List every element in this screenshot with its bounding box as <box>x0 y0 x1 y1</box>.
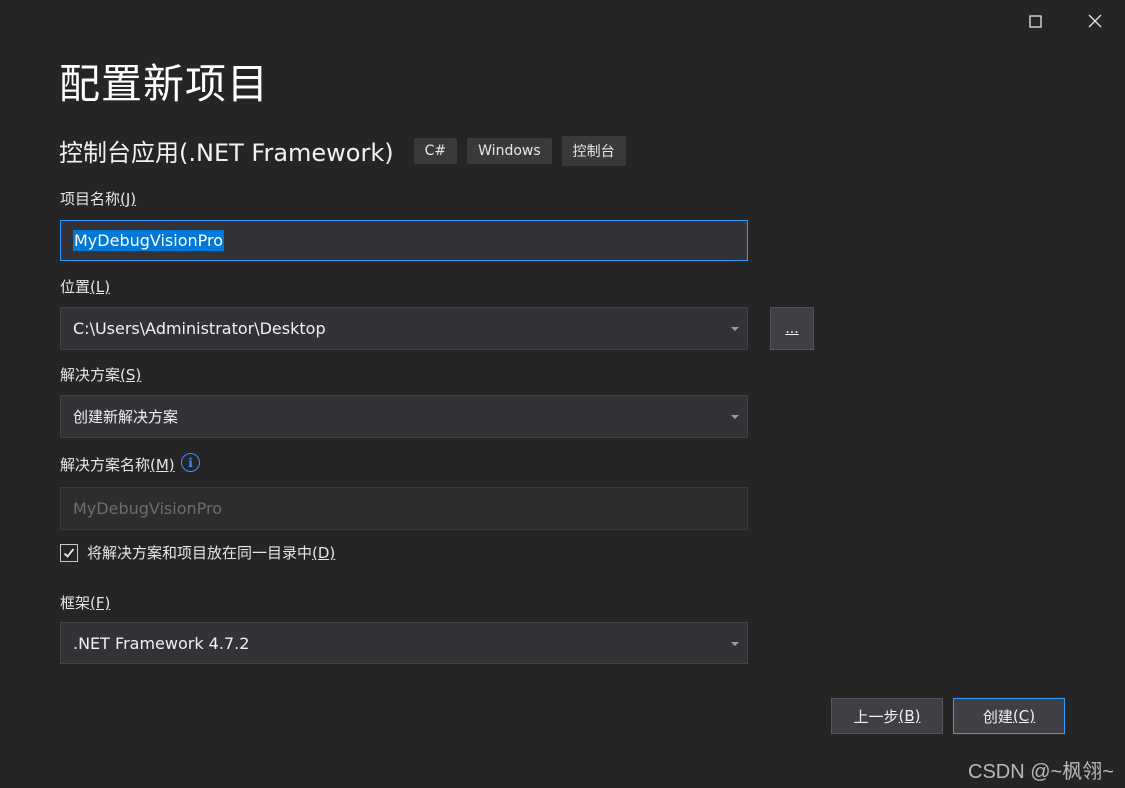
solution-name-input: MyDebugVisionPro <box>60 487 748 530</box>
maximize-icon <box>1028 14 1042 28</box>
framework-label: 框架(F) <box>60 594 111 612</box>
tag-language: C# <box>413 137 458 164</box>
back-button[interactable]: 上一步 (B) <box>831 698 943 734</box>
chevron-down-icon <box>731 415 739 419</box>
framework-value: .NET Framework 4.7.2 <box>73 633 250 653</box>
solution-name-value: MyDebugVisionPro <box>73 499 223 518</box>
solution-label: 解决方案(S) <box>60 366 142 384</box>
same-directory-checkbox[interactable] <box>60 543 78 562</box>
project-name-input[interactable]: MyDebugVisionPro <box>60 220 748 261</box>
info-icon[interactable]: i <box>181 453 200 472</box>
close-button[interactable] <box>1072 6 1118 36</box>
project-name-value: MyDebugVisionPro <box>73 230 225 251</box>
project-name-label: 项目名称(J) <box>60 190 137 208</box>
solution-value: 创建新解决方案 <box>73 408 179 426</box>
checkmark-icon <box>63 547 75 558</box>
template-name: 控制台应用(.NET Framework) <box>59 139 394 167</box>
same-directory-option[interactable]: 将解决方案和项目放在同一目录中(D) <box>60 542 335 563</box>
close-icon <box>1088 14 1102 28</box>
same-directory-label: 将解决方案和项目放在同一目录中(D) <box>87 544 336 562</box>
location-combobox[interactable]: C:\Users\Administrator\Desktop <box>60 307 748 350</box>
tag-platform: Windows <box>467 137 552 164</box>
location-value: C:\Users\Administrator\Desktop <box>73 319 326 338</box>
tag-project-type: 控制台 <box>561 135 626 166</box>
browse-label: ... <box>785 320 799 337</box>
location-label: 位置(L) <box>60 278 111 296</box>
template-info: 控制台应用(.NET Framework) C# Windows 控制台 <box>59 133 626 168</box>
maximize-button[interactable] <box>1012 6 1058 36</box>
solution-select[interactable]: 创建新解决方案 <box>60 395 748 438</box>
browse-button[interactable]: ... <box>770 307 814 350</box>
watermark: CSDN @~枫翎~ <box>968 761 1114 783</box>
solution-name-label: 解决方案名称(M) <box>60 456 175 474</box>
create-button[interactable]: 创建 (C) <box>953 698 1065 734</box>
framework-select[interactable]: .NET Framework 4.7.2 <box>60 622 748 664</box>
chevron-down-icon <box>731 327 739 331</box>
page-title: 配置新项目 <box>59 60 269 108</box>
chevron-down-icon <box>731 642 739 646</box>
